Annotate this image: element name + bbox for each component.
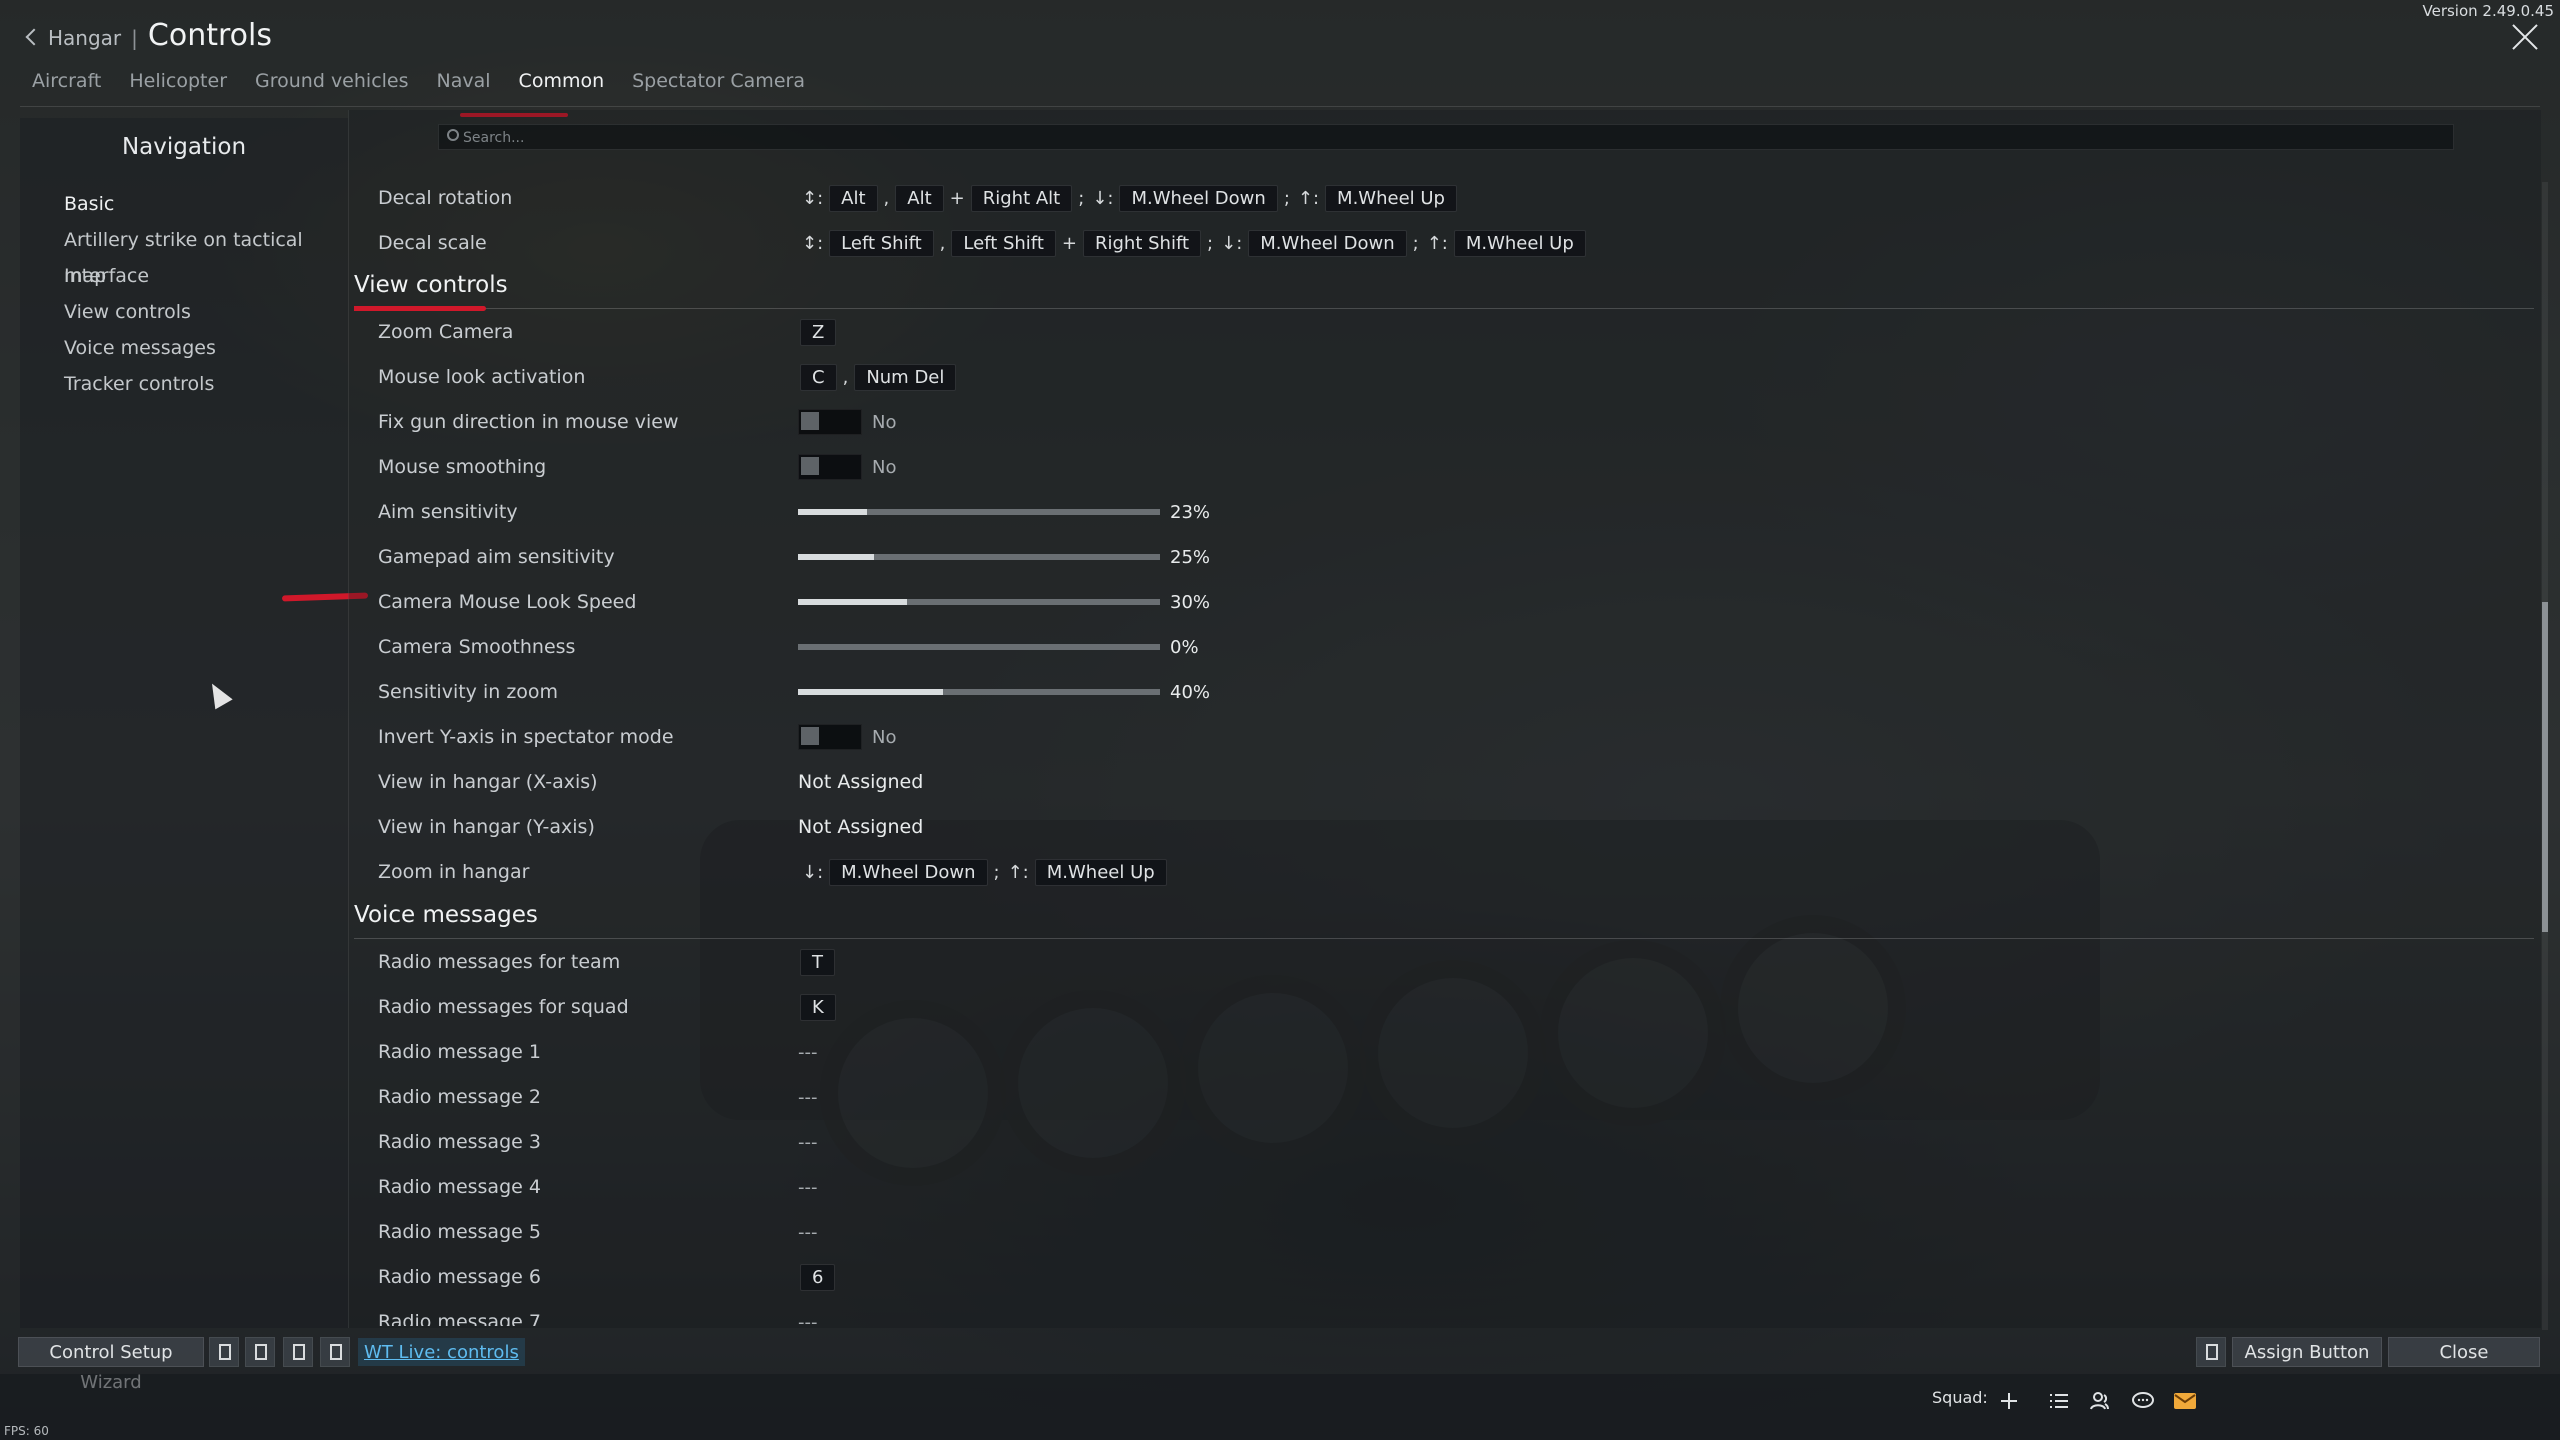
nav-item-basic[interactable]: Basic xyxy=(64,186,348,222)
key-badge: T xyxy=(800,948,835,976)
fix-gun-toggle[interactable] xyxy=(798,409,862,435)
key-badge: M.Wheel Down xyxy=(1248,229,1407,257)
tab-ground-vehicles[interactable]: Ground vehicles xyxy=(255,70,409,100)
plus-icon[interactable] xyxy=(1996,1390,2022,1412)
tab-bar: Aircraft Helicopter Ground vehicles Nava… xyxy=(32,70,805,100)
control-row[interactable]: Radio message 7 --- xyxy=(378,1300,2518,1326)
nav-item-artillery[interactable]: Artillery strike on tactical map xyxy=(64,222,348,287)
camera-look-speed-slider[interactable] xyxy=(798,599,1160,605)
tab-helicopter[interactable]: Helicopter xyxy=(129,70,227,100)
tab-naval[interactable]: Naval xyxy=(437,70,491,100)
control-row[interactable]: Mouse look activation C, Num Del xyxy=(378,355,2518,399)
close-window-icon[interactable] xyxy=(2508,20,2542,54)
mouse-smoothing-toggle[interactable] xyxy=(798,454,862,480)
control-row: Gamepad aim sensitivity 25% xyxy=(378,546,1211,568)
fps-counter: FPS: 60 xyxy=(4,1424,49,1438)
search-icon xyxy=(447,129,459,141)
key-badge: Right Alt xyxy=(970,184,1073,212)
control-row: Aim sensitivity 23% xyxy=(378,501,1211,523)
gamepad-icon[interactable] xyxy=(2196,1337,2226,1367)
scrollbar[interactable] xyxy=(2542,182,2548,1330)
tab-common[interactable]: Common xyxy=(519,70,605,100)
nav-item-view-controls[interactable]: View controls xyxy=(64,294,348,330)
scrollbar-thumb[interactable] xyxy=(2542,602,2548,932)
key-badge: K xyxy=(800,993,836,1021)
control-row: Camera Mouse Look Speed 30% xyxy=(378,591,1211,613)
control-row[interactable]: Radio message 5 --- xyxy=(378,1210,2518,1254)
control-row[interactable]: Zoom in hangar ↓: M.Wheel Down; ↑: M.Whe… xyxy=(378,850,2518,894)
aim-sensitivity-slider[interactable] xyxy=(798,509,1160,515)
tabs-divider xyxy=(20,106,2540,107)
control-row: Invert Y-axis in spectator mode No xyxy=(378,724,897,750)
control-row: Sensitivity in zoom 40% xyxy=(378,681,1211,703)
key-badge: Right Shift xyxy=(1082,229,1202,257)
control-row[interactable]: Decal rotation ↕: Alt, Alt + Right Alt; ↓… xyxy=(378,176,2518,220)
page-header: Hangar | Controls xyxy=(25,18,272,53)
list-icon[interactable] xyxy=(2046,1390,2072,1412)
open-folder-icon[interactable] xyxy=(320,1337,350,1367)
key-badge: Left Shift xyxy=(951,229,1056,257)
key-badge: Alt xyxy=(895,184,944,212)
key-badge: M.Wheel Up xyxy=(1325,184,1457,212)
key-badge: C xyxy=(800,363,837,391)
close-button[interactable]: Close xyxy=(2388,1337,2540,1367)
assign-button[interactable]: Assign Button xyxy=(2232,1337,2382,1367)
key-badge: M.Wheel Up xyxy=(1034,858,1167,886)
save-icon[interactable] xyxy=(283,1337,313,1367)
control-row[interactable]: Radio message 1 --- xyxy=(378,1030,2518,1074)
controls-list: Decal rotation ↕: Alt, Alt + Right Alt; ↓… xyxy=(354,176,2534,1326)
control-row: Mouse smoothing No xyxy=(378,454,897,480)
control-row[interactable]: Radio messages for team T xyxy=(378,940,2518,984)
nav-item-interface[interactable]: Interface xyxy=(64,258,348,294)
zoom-sensitivity-slider[interactable] xyxy=(798,689,1160,695)
reset-icon[interactable] xyxy=(209,1337,239,1367)
back-to-hangar-link[interactable]: Hangar xyxy=(25,26,121,50)
chevron-left-icon xyxy=(25,28,43,46)
control-setup-wizard-button[interactable]: Control Setup Wizard xyxy=(18,1337,204,1393)
control-row[interactable]: Radio message 3 --- xyxy=(378,1120,2518,1164)
control-row[interactable]: Radio message 2 --- xyxy=(378,1075,2518,1119)
key-badge: Num Del xyxy=(854,363,957,391)
control-row[interactable]: Radio message 4 --- xyxy=(378,1165,2518,1209)
key-badge: M.Wheel Down xyxy=(829,858,988,886)
mail-icon[interactable] xyxy=(2172,1390,2198,1412)
wt-live-controls-link[interactable]: WT Live: controls xyxy=(358,1338,525,1366)
nav-item-voice-messages[interactable]: Voice messages xyxy=(64,330,348,366)
control-row[interactable]: View in hangar (X-axis) Not Assigned xyxy=(378,760,2518,804)
tab-spectator-camera[interactable]: Spectator Camera xyxy=(632,70,805,100)
key-badge: 6 xyxy=(800,1263,836,1291)
control-row: Fix gun direction in mouse view No xyxy=(378,409,897,435)
control-row[interactable]: Radio messages for squad K xyxy=(378,985,2518,1029)
key-badge: Left Shift xyxy=(829,229,934,257)
navigation-title: Navigation xyxy=(121,134,247,160)
control-row[interactable]: Radio message 6 6 xyxy=(378,1255,2518,1299)
control-row[interactable]: Zoom Camera Z xyxy=(378,310,2518,354)
key-badge: Z xyxy=(800,318,837,346)
invert-y-toggle[interactable] xyxy=(798,724,862,750)
key-badge: M.Wheel Down xyxy=(1119,184,1278,212)
camera-smoothness-slider[interactable] xyxy=(798,644,1160,650)
friends-icon[interactable] xyxy=(2088,1390,2114,1412)
nav-item-tracker-controls[interactable]: Tracker controls xyxy=(64,366,348,402)
version-label: Version 2.49.0.45 xyxy=(2422,2,2555,20)
key-badge: M.Wheel Up xyxy=(1453,229,1586,257)
tab-aircraft[interactable]: Aircraft xyxy=(32,70,101,100)
page-title: Controls xyxy=(147,18,272,53)
control-row: Camera Smoothness 0% xyxy=(378,636,1199,658)
search-input[interactable]: Search... xyxy=(438,124,2454,150)
gamepad-aim-slider[interactable] xyxy=(798,554,1160,560)
section-voice-messages: Voice messages xyxy=(354,902,2534,939)
section-view-controls: View controls xyxy=(354,272,2534,311)
squad-label: Squad: xyxy=(1932,1388,1988,1407)
navigation-panel: Navigation Basic Artillery strike on tac… xyxy=(20,118,348,1328)
chat-icon[interactable] xyxy=(2130,1390,2156,1412)
document-icon[interactable] xyxy=(245,1337,275,1367)
key-badge: Alt xyxy=(829,184,878,212)
control-row[interactable]: View in hangar (Y-axis) Not Assigned xyxy=(378,805,2518,849)
control-row[interactable]: Decal scale ↕: Left Shift, Left Shift + R… xyxy=(378,221,2518,265)
